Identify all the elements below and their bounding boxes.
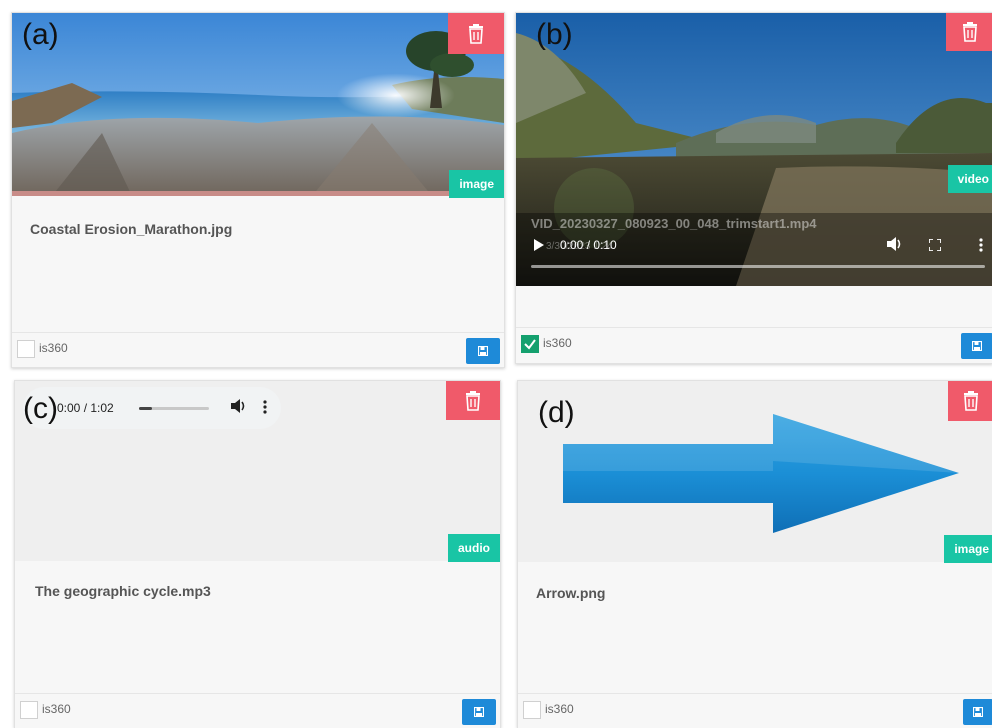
video-time: 0:00 / 0:10: [560, 238, 617, 252]
video-player[interactable]: VID_20230327_080923_00_048_trimstart1.mp…: [516, 13, 992, 286]
delete-button[interactable]: [448, 13, 504, 54]
is360-checkbox[interactable]: [17, 340, 35, 358]
floppy-disk-icon: [973, 707, 983, 717]
is360-label: is360: [39, 341, 68, 355]
more-options-icon[interactable]: [263, 400, 267, 414]
save-button[interactable]: [961, 333, 992, 359]
video-title-overlay: VID_20230327_080923_00_048_trimstart1.mp…: [531, 216, 817, 231]
panel-label: (c): [23, 392, 58, 425]
save-button[interactable]: [466, 338, 500, 364]
delete-button[interactable]: [446, 381, 500, 420]
trash-icon: [466, 390, 480, 411]
fullscreen-icon[interactable]: [929, 239, 941, 251]
audio-progress-track[interactable]: [139, 407, 209, 410]
volume-icon[interactable]: [231, 399, 247, 413]
card-footer: is360: [516, 327, 992, 363]
panel-label: (a): [22, 18, 59, 51]
type-badge: audio: [448, 534, 500, 562]
arrow-image-graphic: [563, 414, 959, 533]
media-card-arrow: (d) image Arrow.png is360: [517, 380, 992, 728]
panorama-image-graphic: [12, 13, 504, 196]
audio-player[interactable]: 0:00 / 1:02: [23, 387, 281, 429]
card-footer: is360: [518, 693, 992, 728]
file-name: Coastal Erosion_Marathon.jpg: [30, 221, 233, 237]
delete-button[interactable]: [948, 381, 992, 421]
audio-progress-fill: [139, 407, 152, 410]
is360-label: is360: [545, 702, 574, 716]
type-badge: image: [449, 170, 504, 198]
video-progress-track[interactable]: [531, 265, 985, 268]
card-footer: is360: [15, 693, 500, 728]
is360-checkbox[interactable]: [20, 701, 38, 719]
panel-label: (b): [536, 18, 573, 51]
checkmark-icon: [524, 339, 536, 350]
arrow-image: [518, 381, 992, 562]
media-card-audio: 0:00 / 1:02 (c) audio The geographic cyc…: [14, 380, 501, 728]
media-card-coastal-erosion: (a) image Coastal Erosion_Marathon.jpg i…: [11, 12, 505, 368]
trash-icon: [963, 391, 978, 411]
is360-label: is360: [543, 336, 572, 350]
is360-checkbox[interactable]: [523, 701, 541, 719]
floppy-disk-icon: [478, 346, 488, 356]
panel-label: (d): [538, 396, 575, 429]
is360-label: is360: [42, 702, 71, 716]
card-footer: is360: [12, 332, 504, 367]
is360-checkbox[interactable]: [521, 335, 539, 353]
trash-icon: [469, 23, 483, 44]
panorama-image: [12, 13, 504, 196]
more-options-icon[interactable]: [979, 238, 983, 252]
trash-icon: [962, 22, 977, 42]
play-icon[interactable]: [534, 239, 544, 251]
file-name: The geographic cycle.mp3: [35, 583, 211, 599]
file-name: Arrow.png: [536, 585, 606, 601]
media-card-video: VID_20230327_080923_00_048_trimstart1.mp…: [515, 12, 992, 364]
save-button[interactable]: [462, 699, 496, 725]
floppy-disk-icon: [972, 341, 982, 351]
audio-time: 0:00 / 1:02: [57, 401, 114, 415]
floppy-disk-icon: [474, 707, 484, 717]
delete-button[interactable]: [946, 13, 992, 51]
type-badge: video: [947, 165, 992, 193]
volume-icon[interactable]: [887, 237, 903, 251]
save-button[interactable]: [963, 699, 992, 725]
type-badge: image: [944, 535, 992, 563]
